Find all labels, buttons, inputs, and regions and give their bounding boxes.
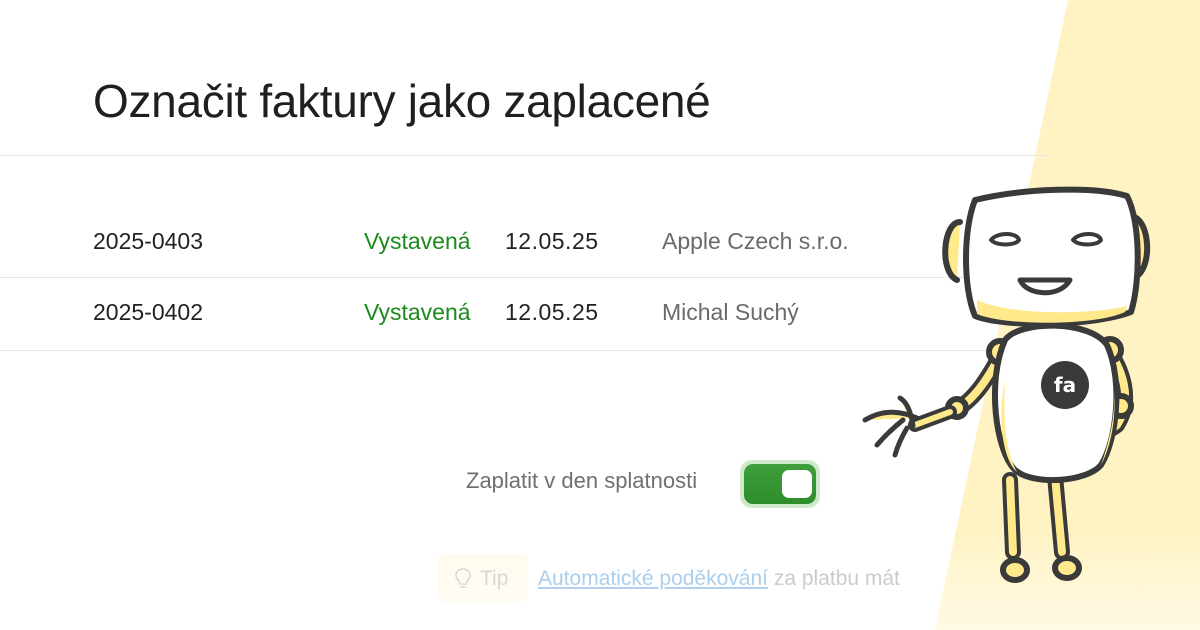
mascot-logo-text: fa <box>1054 373 1076 397</box>
invoice-number: 2025-0402 <box>93 299 203 325</box>
tip-label: Tip <box>480 567 509 590</box>
invoice-client: Apple Czech s.r.o. <box>662 228 849 254</box>
pay-on-due-date-label: Zaplatit v den splatnosti <box>466 468 698 493</box>
invoice-row[interactable]: 2025-0403 Vystavená 12.05.25 Apple Czech… <box>0 205 980 277</box>
row-divider <box>0 350 990 351</box>
invoice-row[interactable]: 2025-0402 Vystavená 12.05.25 Michal Such… <box>0 277 980 349</box>
toggle-knob <box>782 470 812 498</box>
automatic-thanks-link[interactable]: Automatické poděkování <box>538 567 768 590</box>
invoice-status: Vystavená <box>364 299 471 325</box>
invoice-date: 12.05.25 <box>505 228 599 254</box>
lightbulb-icon <box>455 568 471 588</box>
invoice-number: 2025-0403 <box>93 228 203 254</box>
robot-mascot: fa <box>862 186 1151 583</box>
invoice-client: Michal Suchý <box>662 299 799 325</box>
page-title: Označit faktury jako zaplacené <box>93 75 711 127</box>
toggle-track <box>744 464 816 504</box>
invoice-date: 12.05.25 <box>505 299 599 325</box>
invoice-status: Vystavená <box>364 228 471 254</box>
tip-text: Automatické poděkování za platbu mát <box>538 567 900 591</box>
header-divider <box>0 155 1050 156</box>
pay-on-due-date-toggle[interactable] <box>740 460 820 508</box>
